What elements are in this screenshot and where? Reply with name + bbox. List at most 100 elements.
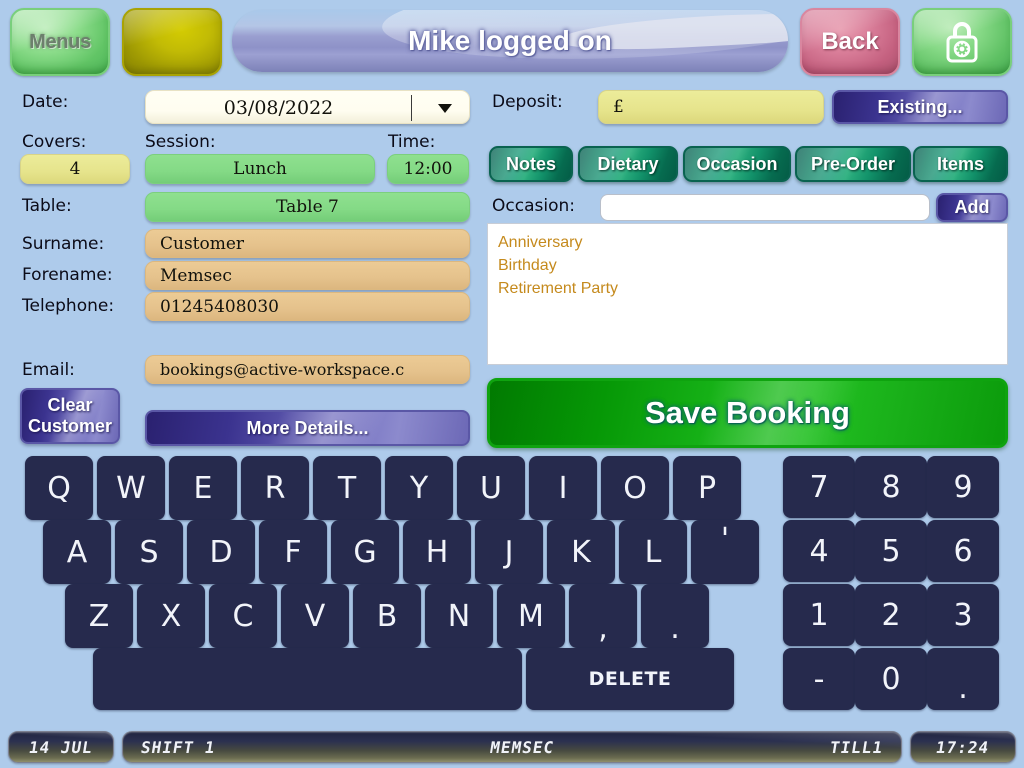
- key-l[interactable]: L: [619, 520, 687, 584]
- time-field[interactable]: 12:00: [387, 154, 469, 184]
- key-t[interactable]: T: [313, 456, 381, 520]
- key-r[interactable]: R: [241, 456, 309, 520]
- deposit-label: Deposit:: [492, 92, 563, 112]
- keypad-4[interactable]: 4: [783, 520, 855, 582]
- tab-dietary-label: Dietary: [597, 153, 659, 174]
- tab-occasion-label: Occasion: [696, 153, 778, 174]
- key-b[interactable]: B: [353, 584, 421, 648]
- tab-items[interactable]: Items: [913, 146, 1008, 182]
- keypad-7[interactable]: 7: [783, 456, 855, 518]
- time-label: Time:: [388, 132, 436, 152]
- key-f[interactable]: F: [259, 520, 327, 584]
- clear-customer-button[interactable]: Clear Customer: [20, 388, 120, 444]
- key-y[interactable]: Y: [385, 456, 453, 520]
- occasion-list[interactable]: Anniversary Birthday Retirement Party: [487, 223, 1008, 365]
- key-a[interactable]: A: [43, 520, 111, 584]
- occasion-label: Occasion:: [492, 196, 575, 216]
- unlabeled-yellow-button[interactable]: [122, 8, 222, 76]
- email-label: Email:: [22, 360, 75, 380]
- key-g[interactable]: G: [331, 520, 399, 584]
- key-o[interactable]: O: [601, 456, 669, 520]
- key-z[interactable]: Z: [65, 584, 133, 648]
- surname-field[interactable]: Customer: [145, 229, 470, 258]
- menus-button[interactable]: Menus: [10, 8, 110, 76]
- key-n[interactable]: N: [425, 584, 493, 648]
- covers-label: Covers:: [22, 132, 87, 152]
- forename-label: Forename:: [22, 265, 113, 285]
- status-bar: 14 JUL SHIFT 1 MEMSEC TILL1 17:24: [0, 728, 1024, 768]
- status-time: 17:24: [910, 731, 1016, 763]
- keypad-period[interactable]: .: [927, 648, 999, 710]
- session-field[interactable]: Lunch: [145, 154, 375, 184]
- key-j[interactable]: J: [475, 520, 543, 584]
- list-item[interactable]: Anniversary: [498, 231, 1007, 254]
- save-booking-button[interactable]: Save Booking: [487, 378, 1008, 448]
- table-field[interactable]: Table 7: [145, 192, 470, 222]
- list-item[interactable]: Birthday: [498, 254, 1007, 277]
- key-x[interactable]: X: [137, 584, 205, 648]
- keypad-2[interactable]: 2: [855, 584, 927, 646]
- status-date: 14 JUL: [8, 731, 114, 763]
- tab-dietary[interactable]: Dietary: [578, 146, 678, 182]
- key-v[interactable]: V: [281, 584, 349, 648]
- key-h[interactable]: H: [403, 520, 471, 584]
- date-value: 03/08/2022: [223, 97, 334, 119]
- back-button[interactable]: Back: [800, 8, 900, 76]
- keypad-8[interactable]: 8: [855, 456, 927, 518]
- keypad-9[interactable]: 9: [927, 456, 999, 518]
- keypad-3[interactable]: 3: [927, 584, 999, 646]
- key-delete[interactable]: DELETE: [526, 648, 734, 710]
- status-shift-text: SHIFT 1: [139, 737, 217, 757]
- add-button-label: Add: [954, 197, 990, 217]
- keypad-minus[interactable]: -: [783, 648, 855, 710]
- email-value: bookings@active-workspace.c: [160, 360, 405, 379]
- key-p[interactable]: P: [673, 456, 741, 520]
- key-apostrophe[interactable]: ': [691, 520, 759, 584]
- date-field[interactable]: 03/08/2022: [145, 90, 470, 124]
- table-label: Table:: [22, 196, 72, 216]
- occasion-input[interactable]: [600, 194, 930, 221]
- deposit-value: £: [613, 97, 624, 117]
- status-time-text: 17:24: [934, 737, 992, 757]
- keypad-5[interactable]: 5: [855, 520, 927, 582]
- lock-button[interactable]: [912, 8, 1012, 76]
- keypad-1[interactable]: 1: [783, 584, 855, 646]
- email-field[interactable]: bookings@active-workspace.c: [145, 355, 470, 384]
- back-button-label: Back: [821, 28, 879, 55]
- existing-button-label: Existing...: [877, 96, 963, 117]
- add-occasion-button[interactable]: Add: [936, 193, 1008, 222]
- key-k[interactable]: K: [547, 520, 615, 584]
- tab-occasion[interactable]: Occasion: [683, 146, 791, 182]
- tab-pre-order[interactable]: Pre-Order: [795, 146, 911, 182]
- key-period[interactable]: .: [641, 584, 709, 648]
- covers-field[interactable]: 4: [20, 154, 130, 184]
- telephone-value: 01245408030: [160, 296, 279, 317]
- existing-button[interactable]: Existing...: [832, 90, 1008, 124]
- key-e[interactable]: E: [169, 456, 237, 520]
- deposit-field[interactable]: £: [598, 90, 824, 124]
- tab-notes[interactable]: Notes: [489, 146, 573, 182]
- key-c[interactable]: C: [209, 584, 277, 648]
- forename-field[interactable]: Memsec: [145, 261, 470, 290]
- tab-pre-order-label: Pre-Order: [810, 153, 896, 174]
- keypad-6[interactable]: 6: [927, 520, 999, 582]
- key-d[interactable]: D: [187, 520, 255, 584]
- session-value: Lunch: [233, 159, 287, 179]
- key-m[interactable]: M: [497, 584, 565, 648]
- key-i[interactable]: I: [529, 456, 597, 520]
- telephone-label: Telephone:: [22, 296, 115, 316]
- chevron-down-icon[interactable]: [438, 104, 452, 113]
- key-w[interactable]: W: [97, 456, 165, 520]
- keypad-0[interactable]: 0: [855, 648, 927, 710]
- key-comma[interactable]: ,: [569, 584, 637, 648]
- status-date-text: 14 JUL: [27, 737, 95, 757]
- list-item[interactable]: Retirement Party: [498, 277, 1007, 300]
- more-details-button[interactable]: More Details...: [145, 410, 470, 446]
- date-label: Date:: [22, 92, 69, 112]
- key-space[interactable]: [93, 648, 522, 710]
- key-q[interactable]: Q: [25, 456, 93, 520]
- tab-notes-label: Notes: [505, 153, 556, 174]
- key-u[interactable]: U: [457, 456, 525, 520]
- telephone-field[interactable]: 01245408030: [145, 292, 470, 321]
- key-s[interactable]: S: [115, 520, 183, 584]
